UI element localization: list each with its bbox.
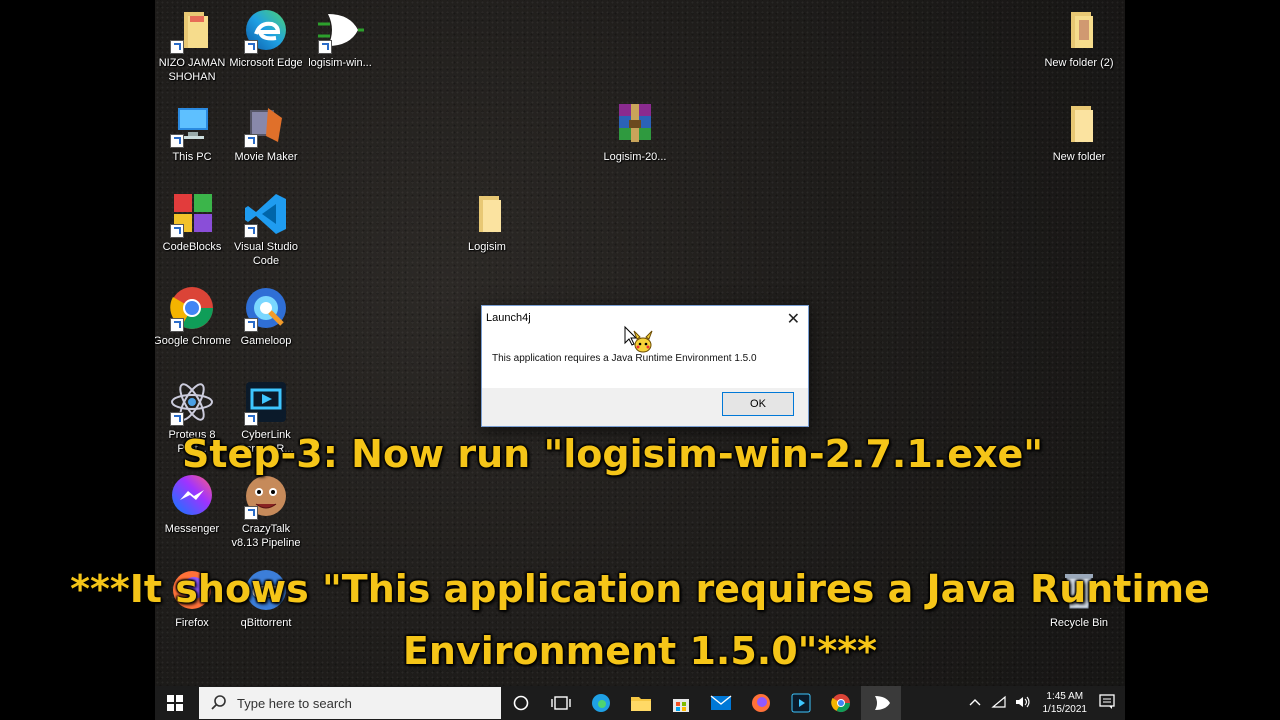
codeblocks-icon <box>168 190 216 238</box>
desktop-icon-label: Messenger <box>164 523 220 535</box>
chrome-icon <box>168 284 216 332</box>
desktop-icon-label: Microsoft Edge <box>229 57 303 69</box>
desktop-icon-crazytalk[interactable]: CrazyTalk v8.13 Pipeline <box>227 472 305 550</box>
dialog-footer: OK <box>482 388 808 426</box>
clock-date: 1/15/2021 <box>1042 704 1088 715</box>
caption-step: Step-3: Now run "logisim-win-2.7.1.exe" <box>182 432 1044 476</box>
notification-icon[interactable] <box>1099 693 1115 713</box>
desktop-icon-label: Logisim <box>468 241 506 253</box>
movie-maker-icon <box>242 100 290 148</box>
desktop-icon-label: Visual Studio Code <box>233 241 298 267</box>
busy-cursor-icon <box>623 325 653 355</box>
search-icon <box>211 694 227 713</box>
desktop-icon-gameloop[interactable]: Gameloop <box>227 284 305 348</box>
task-view-icon[interactable] <box>541 686 581 720</box>
desktop-icon-label: Logisim-20... <box>603 151 667 163</box>
edge-icon <box>242 6 290 54</box>
clock-time: 1:45 AM <box>1046 691 1084 702</box>
chrome-icon[interactable] <box>821 686 861 720</box>
desktop-icon-label: This PC <box>172 151 212 163</box>
desktop-icon-label: Gameloop <box>240 335 292 347</box>
wifi-icon[interactable] <box>990 695 1007 712</box>
close-icon[interactable]: ✕ <box>787 309 800 329</box>
pc-icon <box>168 100 216 148</box>
desktop-icon-this-pc[interactable]: This PC <box>155 100 231 164</box>
crazytalk-icon <box>242 472 290 520</box>
desktop-icon-label: logisim-win... <box>308 57 372 69</box>
ok-button[interactable]: OK <box>722 392 794 416</box>
desktop-icon-logisim-folder[interactable]: Logisim <box>448 190 526 254</box>
caption-note: ***It shows "This application requires a… <box>70 567 1210 673</box>
desktop-icon-nizo-jaman-shohan[interactable]: NIZO JAMAN SHOHAN <box>155 6 231 84</box>
firefox-icon[interactable] <box>741 686 781 720</box>
cortana-icon[interactable] <box>501 686 541 720</box>
system-tray: 1:45 AM 1/15/2021 <box>963 690 1126 716</box>
winrar-icon <box>611 100 659 148</box>
desktop-icon-logisim-archive[interactable]: Logisim-20... <box>596 100 674 164</box>
desktop-icon-messenger[interactable]: Messenger <box>155 472 231 536</box>
logisim-icon <box>316 6 364 54</box>
desktop-icon-label: New folder (2) <box>1044 57 1114 69</box>
desktop-icon-google-chrome[interactable]: Google Chrome <box>155 284 231 348</box>
windows-start-icon[interactable] <box>155 686 195 720</box>
vscode-icon <box>242 190 290 238</box>
clock[interactable]: 1:45 AM 1/15/2021 <box>1043 690 1088 716</box>
cyberlink-icon <box>242 378 290 426</box>
taskbar-search[interactable]: Type here to search <box>199 687 501 719</box>
folder-icon <box>168 6 216 54</box>
folder-icon <box>1055 6 1103 54</box>
store-icon[interactable] <box>661 686 701 720</box>
desktop-icon-new-folder-2[interactable]: New folder (2) <box>1040 6 1118 70</box>
proteus-icon <box>168 378 216 426</box>
desktop-icon-label: New folder <box>1052 151 1106 163</box>
taskbar: Type here to search 1:45 AM 1/15/2021 <box>155 686 1125 720</box>
volume-icon[interactable] <box>1015 695 1031 712</box>
launch4j-dialog: Launch4j ✕ This application requires a J… <box>481 305 809 427</box>
search-placeholder: Type here to search <box>237 695 352 711</box>
gameloop-icon <box>242 284 290 332</box>
file-explorer-icon[interactable] <box>621 686 661 720</box>
folder-icon <box>1055 100 1103 148</box>
logisim-icon[interactable] <box>861 686 901 720</box>
mail-icon[interactable] <box>701 686 741 720</box>
desktop-icon-microsoft-edge[interactable]: Microsoft Edge <box>227 6 305 70</box>
messenger-icon <box>168 472 216 520</box>
desktop-icon-movie-maker[interactable]: Movie Maker <box>227 100 305 164</box>
edge-icon[interactable] <box>581 686 621 720</box>
chevron-up-icon[interactable] <box>969 698 981 709</box>
desktop-icon-new-folder[interactable]: New folder <box>1040 100 1118 164</box>
desktop-icon-label: Google Chrome <box>155 335 231 347</box>
dialog-title: Launch4j <box>486 312 531 324</box>
desktop-icon-label: Movie Maker <box>234 151 298 163</box>
desktop-icon-vscode[interactable]: Visual Studio Code <box>227 190 305 268</box>
desktop-icon-codeblocks[interactable]: CodeBlocks <box>155 190 231 254</box>
cyberlink-icon[interactable] <box>781 686 821 720</box>
desktop-icon-label: CodeBlocks <box>162 241 222 253</box>
folder-icon <box>463 190 511 238</box>
desktop-icon-label: CrazyTalk v8.13 Pipeline <box>231 523 301 549</box>
desktop-icon-label: NIZO JAMAN SHOHAN <box>158 57 226 83</box>
desktop-icon-logisim-win[interactable]: logisim-win... <box>301 6 379 70</box>
